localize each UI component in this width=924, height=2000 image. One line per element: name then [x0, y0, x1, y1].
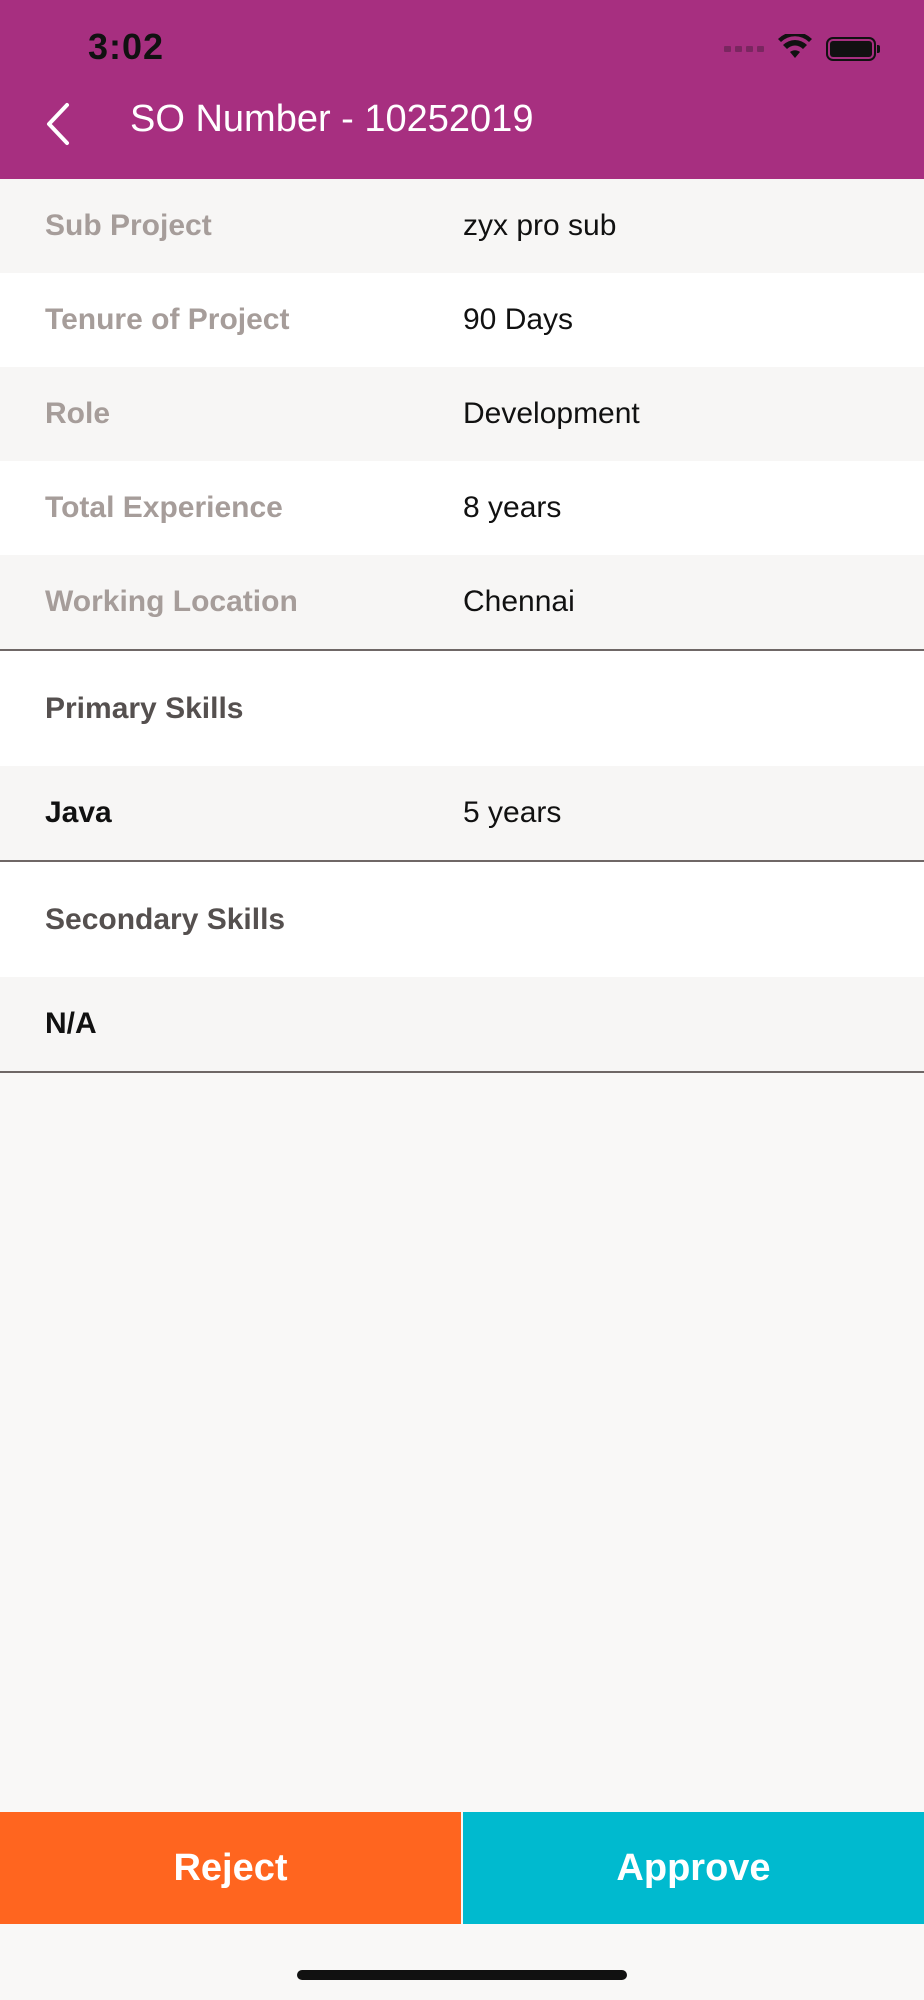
detail-value: Chennai	[463, 585, 575, 618]
divider	[0, 1071, 924, 1073]
detail-value: 90 Days	[463, 303, 574, 336]
home-indicator[interactable]	[297, 1970, 627, 1980]
detail-label: Total Experience	[45, 491, 283, 524]
back-button[interactable]	[36, 94, 80, 154]
reject-button[interactable]: Reject	[0, 1812, 461, 1924]
battery-icon	[826, 37, 880, 61]
detail-label: Tenure of Project	[45, 303, 290, 336]
skill-row: N/A	[0, 977, 924, 1071]
detail-label: Sub Project	[45, 209, 212, 242]
secondary-skills-header: Secondary Skills	[0, 862, 924, 977]
detail-row-working-location: Working Location Chennai	[0, 555, 924, 649]
detail-value: 8 years	[463, 491, 562, 524]
status-icons	[724, 31, 880, 65]
status-time: 3:02	[88, 26, 165, 67]
detail-value: Development	[463, 397, 640, 430]
detail-label: Working Location	[45, 585, 298, 618]
detail-row-sub-project: Sub Project zyx pro sub	[0, 179, 924, 273]
detail-row-total-experience: Total Experience 8 years	[0, 461, 924, 555]
page-title: SO Number - 10252019	[130, 98, 534, 140]
chevron-left-icon	[47, 103, 69, 145]
skill-row: Java 5 years	[0, 766, 924, 860]
detail-row-role: Role Development	[0, 367, 924, 461]
skill-experience: 5 years	[463, 796, 562, 829]
skill-name: Java	[45, 796, 112, 829]
primary-skills-header: Primary Skills	[0, 651, 924, 766]
cellular-signal-icon	[724, 46, 764, 52]
detail-row-tenure: Tenure of Project 90 Days	[0, 273, 924, 367]
so-details: Sub Project zyx pro sub Tenure of Projec…	[0, 179, 924, 1073]
skill-name: N/A	[45, 1007, 97, 1040]
detail-label: Role	[45, 397, 111, 430]
app-header: 3:02 SO Number - 10252019	[0, 0, 924, 179]
approve-button[interactable]: Approve	[463, 1812, 924, 1924]
wifi-icon	[778, 31, 812, 65]
section-title: Secondary Skills	[45, 902, 286, 936]
detail-value: zyx pro sub	[463, 209, 617, 242]
section-title: Primary Skills	[45, 691, 244, 725]
action-bar: Reject Approve	[0, 1812, 924, 1924]
